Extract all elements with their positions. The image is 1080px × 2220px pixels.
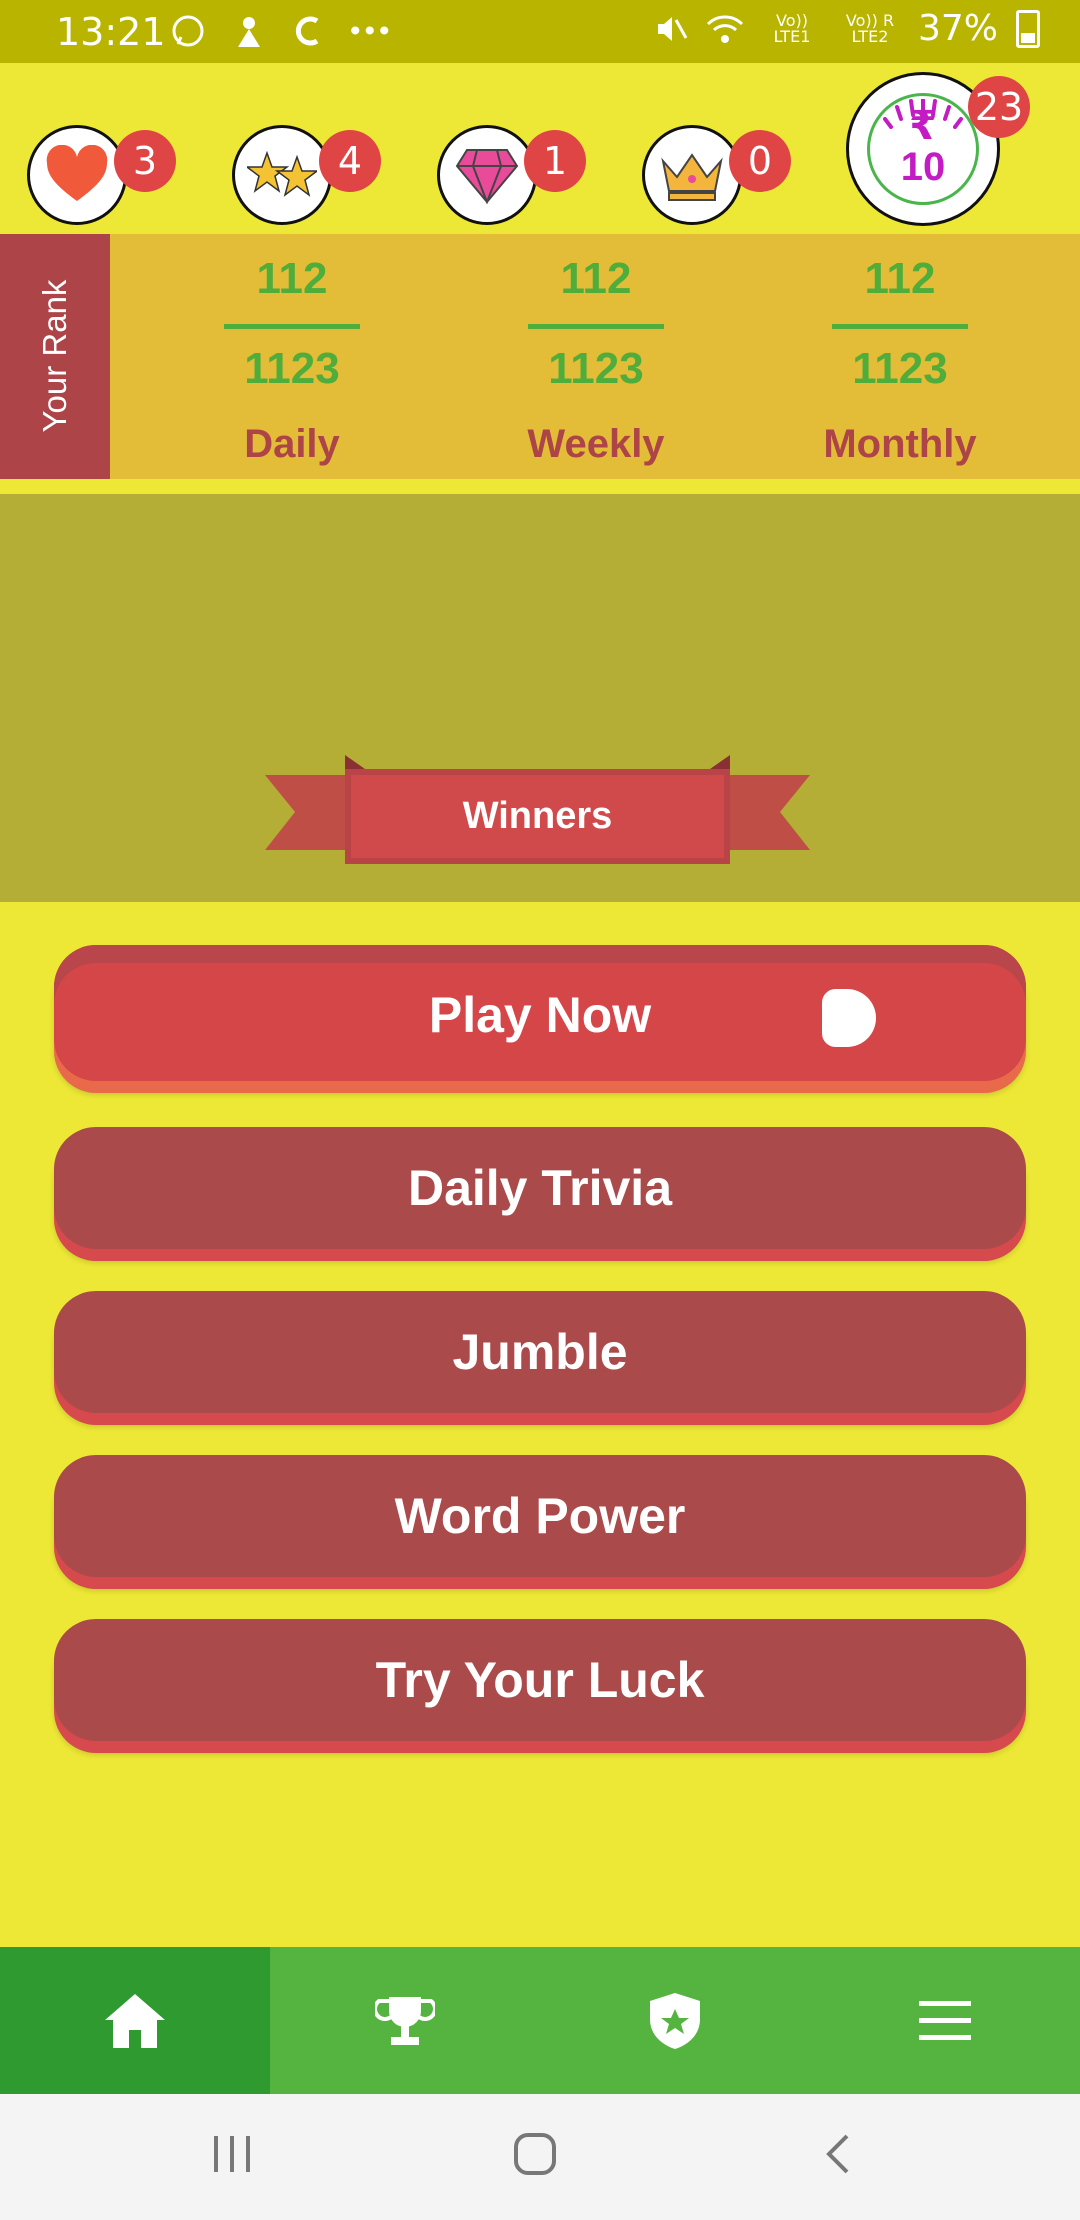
try-your-luck-button[interactable]: Try Your Luck xyxy=(54,1619,1026,1741)
sim1-signal: Vo)) LTE1 xyxy=(773,10,811,46)
rank-daily[interactable]: 112 1123 Daily xyxy=(142,234,442,479)
play-now-button[interactable]: Play Now xyxy=(54,945,1026,1081)
battery-icon xyxy=(1016,9,1040,48)
rank-monthly-label: Monthly xyxy=(823,422,977,466)
battery-percent: 37% xyxy=(917,8,998,49)
nav-badges[interactable] xyxy=(540,1947,810,2094)
home-system-button[interactable] xyxy=(505,2124,565,2184)
home-icon xyxy=(105,1993,165,2048)
app-notification-icon xyxy=(238,17,261,48)
rank-divider xyxy=(832,324,968,329)
diamonds-counter[interactable] xyxy=(437,125,537,225)
bottom-nav xyxy=(0,1947,1080,2094)
badge-icon xyxy=(650,1992,700,2049)
rank-monthly-total: 1123 xyxy=(852,344,948,393)
more-notifications-icon: ••• xyxy=(350,14,394,48)
rank-daily-label: Daily xyxy=(244,422,340,466)
nav-menu[interactable] xyxy=(810,1947,1080,2094)
play-icon xyxy=(822,989,876,1047)
whatsapp-icon xyxy=(172,15,204,47)
rank-panel: Your Rank 112 1123 Daily 112 1123 Weekly… xyxy=(0,234,1080,479)
sim2-signal: Vo)) R LTE2 xyxy=(845,10,895,46)
rank-monthly[interactable]: 112 1123 Monthly xyxy=(750,234,1050,479)
trophy-icon xyxy=(375,1996,435,2045)
rank-divider xyxy=(224,324,360,329)
system-nav-bar xyxy=(0,2094,1080,2220)
crowns-counter[interactable] xyxy=(642,125,742,225)
stars-icon xyxy=(247,150,317,197)
stars-counter[interactable] xyxy=(232,125,332,225)
coin-badge: 23 xyxy=(968,76,1030,138)
rank-weekly-position: 112 xyxy=(560,254,632,303)
lives-counter[interactable] xyxy=(27,125,127,225)
recent-apps-icon xyxy=(214,2136,250,2172)
lives-badge: 3 xyxy=(114,130,176,192)
notification-icons: ••• xyxy=(170,8,394,50)
status-time: 13:21 xyxy=(56,10,166,54)
heart-icon xyxy=(46,145,108,201)
jumble-button[interactable]: Jumble xyxy=(54,1291,1026,1413)
rank-weekly-total: 1123 xyxy=(548,344,644,393)
mute-icon xyxy=(657,16,688,41)
rank-side-label: Your Rank xyxy=(0,234,110,479)
wifi-icon xyxy=(706,14,744,43)
diamonds-badge: 1 xyxy=(524,130,586,192)
home-circle-icon xyxy=(514,2133,556,2175)
menu-icon xyxy=(919,2000,971,2040)
recent-apps-button[interactable] xyxy=(202,2124,262,2184)
winners-label[interactable]: Winners xyxy=(345,769,730,864)
rank-daily-position: 112 xyxy=(256,254,328,303)
coin-value: 10 xyxy=(900,145,946,189)
rank-daily-total: 1123 xyxy=(244,344,340,393)
play-now-label: Play Now xyxy=(428,987,652,1043)
rank-weekly-label: Weekly xyxy=(527,422,665,466)
back-icon xyxy=(826,2134,849,2174)
rank-weekly[interactable]: 112 1123 Weekly xyxy=(446,234,746,479)
status-bar: 13:21 ••• Vo)) LTE1 Vo)) R LTE2 37% xyxy=(0,0,1080,63)
nav-leaderboard[interactable] xyxy=(270,1947,540,2094)
stars-badge: 4 xyxy=(319,130,381,192)
crown-icon xyxy=(661,153,723,201)
word-power-button[interactable]: Word Power xyxy=(54,1455,1026,1577)
rank-monthly-position: 112 xyxy=(864,254,936,303)
daily-trivia-button[interactable]: Daily Trivia xyxy=(54,1127,1026,1249)
crowns-badge: 0 xyxy=(729,130,791,192)
rank-divider xyxy=(528,324,664,329)
back-button[interactable] xyxy=(808,2124,868,2184)
nav-home[interactable] xyxy=(0,1947,270,2094)
diamond-icon xyxy=(455,149,519,204)
c-app-icon xyxy=(295,17,319,46)
